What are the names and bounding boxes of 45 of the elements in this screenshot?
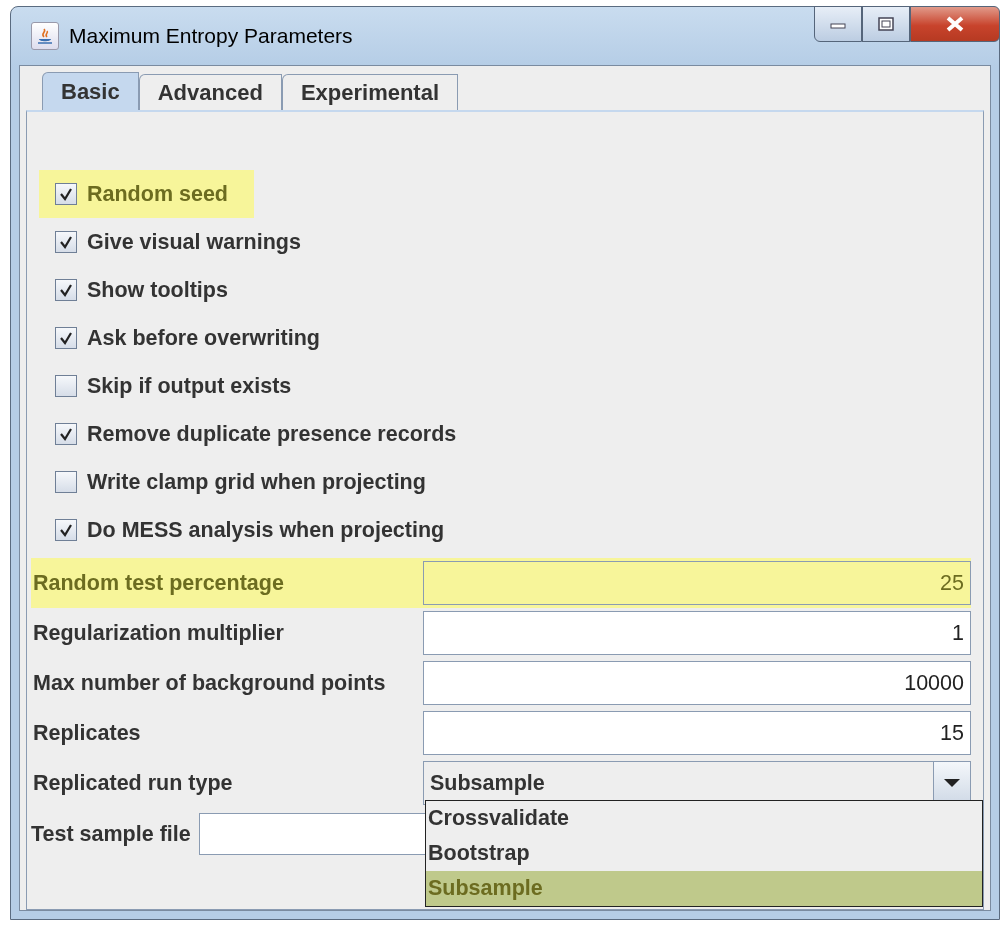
field-label: Replicated run type [32,770,234,796]
field-label: Replicates [32,720,142,746]
checkbox-label: Write clamp grid when projecting [87,469,426,495]
checkmark-icon [59,235,73,249]
tab[interactable]: Basic [42,72,139,110]
checkbox-label: Ask before overwriting [87,325,320,351]
checkbox[interactable] [55,279,77,301]
checkbox-label: Random seed [87,181,228,207]
field-label: Regularization multiplier [32,620,285,646]
tab[interactable]: Experimental [281,74,459,110]
input-field[interactable]: 25 [423,561,971,605]
input-field[interactable]: 1 [423,611,971,655]
dropdown-option[interactable]: Bootstrap [426,836,982,871]
maximize-icon [877,16,895,32]
caret-icon [943,778,961,788]
field-label: Test sample file [31,821,191,847]
maximize-button[interactable] [862,6,910,42]
checkbox[interactable] [55,471,77,493]
minimize-button[interactable] [814,6,862,42]
checkmark-icon [59,283,73,297]
checkbox[interactable] [55,423,77,445]
checkbox[interactable] [55,327,77,349]
close-icon [945,15,965,33]
checkbox-label: Skip if output exists [87,373,292,399]
tab[interactable]: Advanced [138,74,282,110]
checkbox[interactable] [55,183,77,205]
input-field[interactable]: 10000 [423,661,971,705]
checkbox-label: Remove duplicate presence records [87,421,457,447]
checkbox-label: Give visual warnings [87,229,301,255]
dropdown[interactable]: Subsample [423,761,971,805]
app-icon [31,22,59,50]
close-button[interactable] [910,6,1000,42]
field-label: Random test percentage [32,570,285,596]
checkbox[interactable] [55,519,77,541]
checkmark-icon [59,331,73,345]
checkmark-icon [59,427,73,441]
field-label: Max number of background points [32,670,387,696]
checkmark-icon [59,187,73,201]
checkbox-label: Do MESS analysis when projecting [87,517,445,543]
checkbox[interactable] [55,375,77,397]
input-field[interactable]: 15 [423,711,971,755]
checkbox-label: Show tooltips [87,277,228,303]
window-title: Maximum Entropy Parameters [69,24,353,48]
checkbox[interactable] [55,231,77,253]
checkmark-icon [59,523,73,537]
